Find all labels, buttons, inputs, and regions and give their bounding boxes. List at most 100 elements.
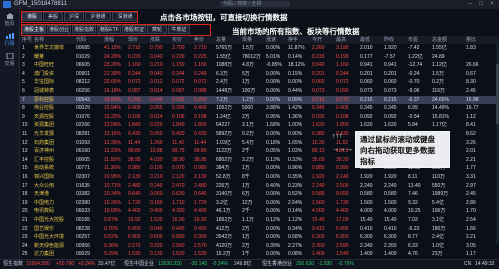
table-cell: -0.24: [408, 70, 420, 77]
table-cell: 06605: [76, 62, 90, 69]
table-cell: 0.940: [312, 62, 325, 69]
close-icon[interactable]: ×: [488, 0, 496, 9]
column-header[interactable]: 昨收: [384, 36, 394, 44]
table-row[interactable]: 2 耀莱 01029 24.29% 0.220 0.043 0.220 0.225 1.55亿 7…: [20, 53, 499, 61]
column-header[interactable]: 涨速: [266, 36, 276, 44]
sidebar-item-trade[interactable]: 交易: [0, 53, 19, 67]
table-cell: 2.470: [172, 182, 185, 189]
column-header[interactable]: 换手: [288, 36, 298, 44]
table-row[interactable]: 5 华宝国际 08212 20.00% 0.072 0.012 0.072 0.072 2.4万…: [20, 78, 499, 86]
column-header[interactable]: 涨幅: [104, 36, 114, 44]
maximize-icon[interactable]: □: [477, 0, 485, 9]
table-row[interactable]: 17 大众公用 01635 10.71% 2.480 0.240 2.470 2.480 226…: [20, 182, 499, 190]
table-cell: 1.55亿: [216, 53, 231, 60]
table-cell: 0.00%: [266, 199, 281, 206]
table-row[interactable]: 18 天津港 03382 10.34% 0.640 0.060 0.630 0.640 3140…: [20, 190, 499, 198]
table-row[interactable]: 7 思科控股 00943 18.60% 0.255 0.040 0.255 0.260 7.2万…: [20, 95, 499, 104]
table-cell: 0.96%: [288, 165, 303, 172]
table-row[interactable]: 23 中国光大环境 00257 9.52% 6.900 0.600 6.890 6.900 35…: [20, 233, 499, 241]
table-cell: 1.560: [384, 199, 397, 206]
table-cell: 0.380: [312, 131, 325, 137]
table-row[interactable]: 20 电讯数码 06033 10.00% 4.400 0.400 4.390 4.400 46.…: [20, 207, 499, 215]
table-row[interactable]: 8 伟业控股 00029 15.94% 0.400 0.055 0.395 0.400 1052…: [20, 104, 499, 112]
table-cell: 5765万: [216, 45, 233, 51]
table-cell: 41.15%: [104, 45, 121, 51]
sidebar-item-home[interactable]: 首页: [0, 13, 19, 27]
table-cell: 0.244: [172, 70, 185, 77]
column-header[interactable]: 名称: [34, 36, 44, 44]
table-cell: 0.400: [150, 208, 163, 215]
table-cell: 1.2万: [242, 96, 254, 103]
column-header[interactable]: 现价: [128, 36, 138, 44]
table-cell: 2.4万: [216, 79, 228, 86]
table-cell: 0.14%: [288, 208, 303, 215]
table-cell: 10.20: [312, 139, 325, 146]
table-cell: 1088万: [216, 62, 233, 69]
table-cell: 20.00%: [104, 79, 121, 86]
table-row[interactable]: 1 世界华文媒体 00685 41.15% 2.710 0.790 2.700 2.710 57…: [20, 44, 499, 52]
column-header[interactable]: 代码: [76, 36, 86, 44]
table-row[interactable]: 6 冠城钟表 00256 19.18% 0.087 0.014 0.087 0.088 1448…: [20, 87, 499, 95]
table-cell: -6.37: [408, 96, 420, 103]
table-cell: 0.970: [172, 165, 185, 172]
table-row[interactable]: 9 天源控股 01076 15.22% 0.106 0.014 0.106 0.108 1.24…: [20, 113, 499, 121]
column-header[interactable]: 总金额: [432, 36, 447, 44]
table-cell: 0.00%: [266, 225, 281, 232]
table-cell: 9.87%: [104, 217, 119, 223]
table-cell: 百济神州: [34, 148, 55, 155]
table-cell: 550万: [432, 182, 446, 189]
table-cell: 15: [22, 165, 28, 172]
column-header[interactable]: 买价: [172, 36, 182, 44]
table-cell: 2.590: [336, 242, 349, 249]
column-header[interactable]: 总量: [216, 36, 226, 44]
table-cell: 0.455: [336, 225, 349, 232]
table-cell: 18: [22, 191, 28, 198]
column-header[interactable]: 涨跌: [150, 36, 160, 44]
column-header[interactable]: 今开: [312, 36, 322, 44]
table-row[interactable]: 22 国艺娱乐 08228 9.76% 0.450 0.040 0.445 0.450 412万…: [20, 225, 499, 233]
table-cell: 0.640: [128, 191, 141, 198]
table-row[interactable]: 3 中国旺旺 06605 23.26% 1.160 0.219 1.150 1.160 1088…: [20, 61, 499, 69]
table-cell: 0.00%: [266, 70, 281, 77]
table-cell: 0.400: [194, 105, 207, 112]
table-row[interactable]: 4 澳门投资 00901 21.39% 0.244 0.043 0.244 0.249 6.3万…: [20, 70, 499, 78]
table-cell: 1.70: [466, 208, 476, 215]
table-cell: 新天绿色能源: [34, 242, 65, 249]
table-cell: 99.80: [128, 148, 141, 155]
table-cell: 0.580: [384, 191, 397, 198]
table-cell: 1.620: [384, 122, 397, 129]
column-header[interactable]: 最高: [336, 36, 346, 44]
table-cell: 0.00%: [266, 131, 281, 137]
table-cell: 1.400: [360, 251, 373, 258]
table-cell: 0.00%: [266, 234, 281, 241]
table-cell: -0.54: [408, 113, 420, 120]
arrow-right-icon: →→→: [332, 146, 353, 153]
table-cell: 15.40: [384, 217, 397, 223]
table-cell: 6.300: [384, 234, 397, 241]
sidebar-item-quotes[interactable]: 行情: [0, 33, 19, 47]
column-header[interactable]: 卖价: [194, 36, 204, 44]
table-row[interactable]: 16 锦兴国际 02307 10.95% 2.130 0.210 2.120 2.130 52.…: [20, 173, 499, 181]
table-row[interactable]: 24 新天绿色能源 00956 9.36% 2.570 0.220 2.560 2.570 41…: [20, 242, 499, 250]
table-cell: 2.350: [384, 242, 397, 249]
search-input[interactable]: 代码 / 简拼 / 全拼: [220, 1, 290, 7]
table-cell: 资源集团: [34, 122, 55, 129]
table-cell: 9.36%: [104, 242, 119, 249]
minimize-icon[interactable]: –: [466, 0, 474, 9]
column-header[interactable]: 现量: [242, 36, 252, 44]
table-cell: 4.000: [312, 208, 325, 215]
column-header[interactable]: 最低: [360, 36, 370, 44]
table-row[interactable]: 19 中国电力 02380 10.26% 1.720 0.160 1.710 1.720 3.2…: [20, 199, 499, 207]
table-row[interactable]: 21 中国光大控股 00165 9.87% 16.92 1.520 16.90 16.92 18…: [20, 216, 499, 224]
table-cell: 2.54: [466, 217, 476, 223]
table-cell: 4.76: [408, 251, 418, 258]
table-cell: 11.42: [172, 139, 185, 146]
table-row[interactable]: 10 资源集团 02266 13.58% 1.840 0.220 1.840 1.850 642…: [20, 121, 499, 129]
column-header[interactable]: 量比: [466, 36, 476, 44]
table-cell: -0.70: [408, 79, 420, 86]
table-row[interactable]: 25 达力集团 00029 9.29% 1.530 0.130 1.520 1.530 15.2…: [20, 250, 499, 258]
table-cell: 0.060: [150, 191, 163, 198]
column-header[interactable]: 序号: [22, 36, 32, 44]
table-cell: 0.092: [384, 113, 397, 120]
column-header[interactable]: 市盈: [408, 36, 418, 44]
